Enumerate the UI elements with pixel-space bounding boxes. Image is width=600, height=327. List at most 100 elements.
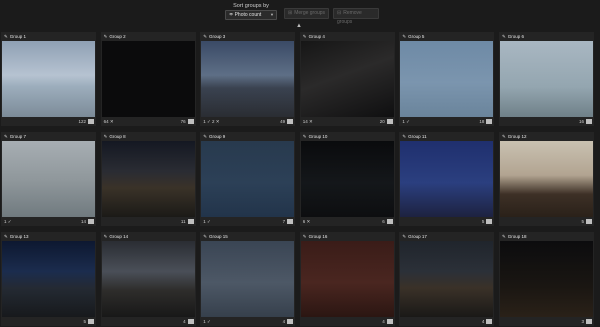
group-photo-count: 11 (180, 219, 186, 224)
group-thumbnail[interactable] (201, 241, 295, 317)
group-name: Group 5 (408, 34, 425, 39)
pencil-icon[interactable]: ✎ (104, 134, 108, 139)
photos-icon (287, 219, 294, 224)
group-count-wrap: 3 (581, 317, 592, 326)
pencil-icon[interactable]: ✎ (203, 234, 207, 239)
group-header: ✎ Group 8 (101, 132, 196, 141)
photos-icon (386, 219, 393, 224)
photos-icon (486, 319, 493, 324)
group-tile[interactable]: ✎ Group 3 1 ✓ 2 ✕ 49 (200, 32, 296, 126)
group-thumbnail[interactable] (2, 41, 95, 117)
group-tile[interactable]: ✎ Group 6 16 (499, 32, 594, 126)
pencil-icon[interactable]: ✎ (104, 34, 108, 39)
group-footer: 122 (1, 117, 96, 126)
group-footer: 4 (101, 317, 196, 326)
group-thumbnail[interactable] (500, 241, 593, 317)
pencil-icon[interactable]: ✎ (303, 234, 307, 239)
group-count-wrap: 16 (579, 117, 592, 126)
group-name: Group 2 (109, 34, 126, 39)
group-status: 64 ✕ (103, 119, 114, 124)
group-count-wrap: 14 (81, 217, 94, 226)
group-thumbnail[interactable] (400, 141, 494, 217)
group-name: Group 17 (408, 234, 427, 239)
group-count-wrap: 18 (479, 117, 493, 126)
sort-select[interactable]: ≑ Photo count ▼ (225, 10, 277, 20)
group-tile[interactable]: ✎ Group 2 64 ✕ 76 (100, 32, 196, 126)
group-thumbnail[interactable] (201, 41, 295, 117)
group-name: Group 4 (308, 34, 325, 39)
group-name: Group 13 (9, 234, 29, 239)
pencil-icon[interactable]: ✎ (502, 234, 506, 239)
group-name: Group 9 (208, 134, 226, 139)
group-tile[interactable]: ✎ Group 7 1 ✓ 14 (1, 132, 96, 226)
group-photo-count: 49 (280, 119, 286, 124)
group-header: ✎ Group 17 (399, 232, 494, 241)
remove-groups-button[interactable]: ⊟ Remove groups (333, 8, 379, 25)
group-count-wrap: 20 (380, 117, 393, 126)
group-tile[interactable]: ✎ Group 16 4 (299, 232, 395, 326)
group-thumbnail[interactable] (300, 241, 394, 317)
pencil-icon[interactable]: ✎ (4, 134, 8, 139)
pencil-icon[interactable]: ✎ (4, 34, 8, 39)
group-tile[interactable]: ✎ Group 12 5 (499, 132, 594, 226)
group-tile[interactable]: ✎ Group 9 1 ✓ 7 (200, 132, 296, 226)
group-name: Group 10 (308, 134, 328, 139)
pencil-icon[interactable]: ✎ (402, 134, 406, 139)
group-name: Group 12 (507, 134, 527, 139)
chevron-up-icon[interactable]: ▲ (296, 23, 302, 29)
group-photo-count: 20 (379, 119, 385, 124)
group-thumbnail[interactable] (400, 41, 494, 117)
group-tile[interactable]: ✎ Group 4 14 ✕ 20 (299, 32, 395, 126)
group-thumbnail[interactable] (500, 41, 593, 117)
group-thumbnail[interactable] (201, 141, 295, 217)
merge-groups-label: Merge groups (294, 10, 326, 16)
group-tile[interactable]: ✎ Group 5 1 ✓ 18 (399, 32, 495, 126)
sort-icon: ≑ (229, 12, 234, 18)
pencil-icon[interactable]: ✎ (402, 234, 406, 239)
group-tile[interactable]: ✎ Group 18 3 (499, 232, 594, 326)
group-tile[interactable]: ✎ Group 17 4 (399, 232, 495, 326)
group-thumbnail[interactable] (300, 141, 394, 217)
pencil-icon[interactable]: ✎ (203, 34, 207, 39)
toolbar: Sort groups by ≑ Photo count ▼ ⊞ Merge gr… (0, 0, 600, 32)
group-thumbnail[interactable] (2, 141, 95, 217)
group-footer: 1 ✓ 14 (1, 217, 96, 226)
sort-value: Photo count (234, 12, 262, 18)
pencil-icon[interactable]: ✎ (203, 134, 207, 139)
group-tile[interactable]: ✎ Group 1 122 (1, 32, 96, 126)
pencil-icon[interactable]: ✎ (303, 134, 307, 139)
group-tile[interactable]: ✎ Group 10 6 ✕ 6 (299, 132, 395, 226)
group-tile[interactable]: ✎ Group 15 1 ✓ 4 (200, 232, 296, 326)
group-tile[interactable]: ✎ Group 13 5 (1, 232, 96, 326)
pencil-icon[interactable]: ✎ (303, 34, 307, 39)
group-thumbnail[interactable] (2, 241, 95, 317)
group-thumbnail[interactable] (101, 41, 195, 117)
group-tile[interactable]: ✎ Group 8 11 (100, 132, 196, 226)
group-thumbnail[interactable] (500, 141, 593, 217)
pencil-icon[interactable]: ✎ (402, 34, 406, 39)
group-header: ✎ Group 3 (200, 32, 295, 41)
group-footer: 5 (1, 317, 96, 326)
photos-icon (187, 119, 194, 124)
group-tile[interactable]: ✎ Group 14 4 (100, 232, 196, 326)
group-header: ✎ Group 16 (300, 232, 395, 241)
pencil-icon[interactable]: ✎ (4, 234, 8, 239)
pencil-icon[interactable]: ✎ (502, 134, 506, 139)
group-thumbnail[interactable] (300, 41, 394, 117)
group-name: Group 16 (308, 234, 328, 239)
group-photo-count: 4 (382, 319, 385, 324)
group-footer: 1 ✓ 7 (200, 217, 295, 226)
group-tile[interactable]: ✎ Group 11 5 (399, 132, 495, 226)
group-thumbnail[interactable] (101, 141, 195, 217)
pencil-icon[interactable]: ✎ (502, 34, 506, 39)
group-name: Group 11 (408, 134, 427, 139)
group-header: ✎ Group 7 (1, 132, 96, 141)
merge-groups-button[interactable]: ⊞ Merge groups (284, 8, 329, 19)
group-thumbnail[interactable] (101, 241, 195, 317)
pencil-icon[interactable]: ✎ (104, 234, 108, 239)
group-thumbnail[interactable] (400, 241, 494, 317)
group-count-wrap: 4 (382, 317, 393, 326)
group-header: ✎ Group 6 (499, 32, 594, 41)
group-footer: 1 ✓ 2 ✕ 49 (200, 117, 295, 126)
group-name: Group 1 (9, 34, 27, 39)
